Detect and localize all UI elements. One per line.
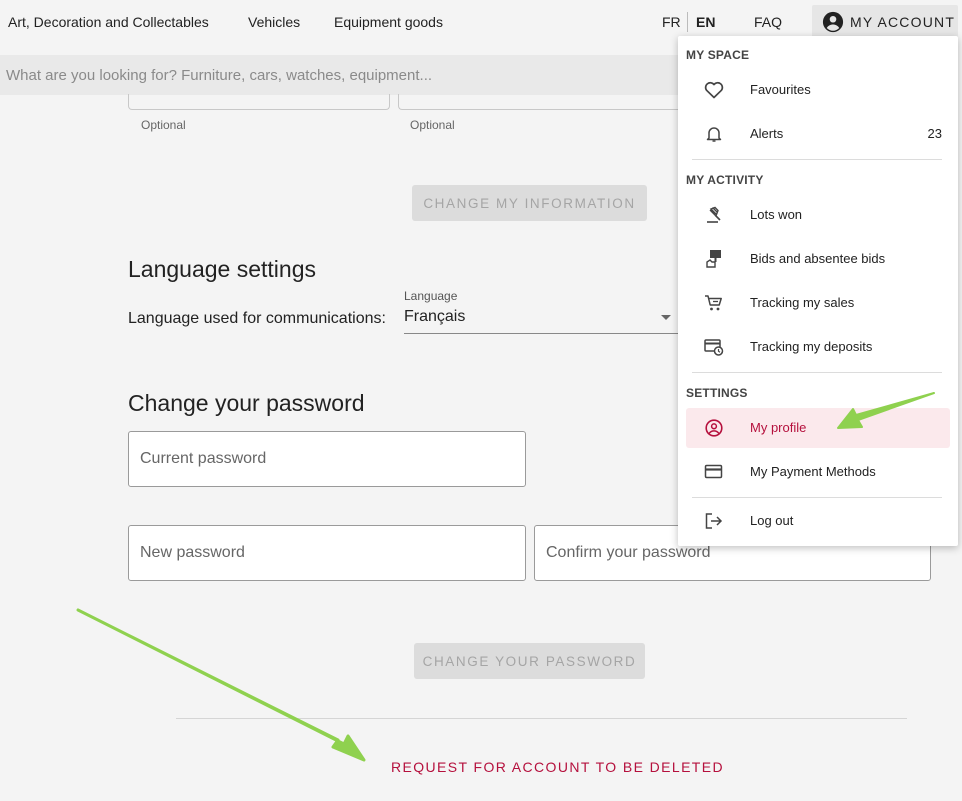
menu-item-label: Alerts (750, 126, 784, 141)
bell-icon (704, 125, 724, 143)
menu-item-favourites[interactable]: Favourites (686, 70, 950, 110)
account-dropdown-menu: MY SPACE Favourites Alerts 23 MY ACTIVIT… (678, 36, 958, 546)
lang-en-link[interactable]: EN (696, 14, 715, 30)
nav-link-equipment[interactable]: Equipment goods (334, 14, 443, 30)
change-information-button[interactable]: CHANGE MY INFORMATION (412, 185, 647, 221)
my-account-button[interactable]: MY ACCOUNT (812, 5, 958, 39)
menu-divider (692, 372, 942, 373)
change-password-title: Change your password (128, 390, 365, 416)
optional-hint-1: Optional (141, 118, 186, 132)
search-bar (0, 55, 700, 95)
menu-item-label: Tracking my sales (750, 295, 855, 310)
current-password-field (128, 431, 526, 487)
search-input[interactable] (0, 55, 700, 95)
language-value: Français (404, 308, 466, 325)
credit-card-icon (704, 463, 724, 481)
menu-item-label: My profile (750, 420, 807, 435)
menu-item-label: My Payment Methods (750, 464, 876, 479)
menu-item-payment-methods[interactable]: My Payment Methods (686, 452, 950, 492)
faq-link[interactable]: FAQ (754, 14, 782, 30)
optional-hint-2: Optional (410, 118, 455, 132)
delete-account-link[interactable]: REQUEST FOR ACCOUNT TO BE DELETED (391, 759, 724, 775)
card-clock-icon (704, 338, 724, 356)
menu-item-bids[interactable]: Bids and absentee bids (686, 239, 950, 279)
heart-icon (704, 81, 724, 99)
gavel-icon (704, 206, 724, 224)
optional-field-2[interactable] (398, 94, 680, 110)
account-circle-icon (822, 11, 844, 33)
lang-fr-link[interactable]: FR (662, 14, 681, 30)
menu-divider (692, 497, 942, 498)
language-settings-title: Language settings (128, 256, 316, 282)
language-field-label: Language (404, 289, 458, 303)
menu-header-my-space: MY SPACE (686, 48, 750, 62)
language-label: Language used for communications: (128, 310, 386, 327)
user-circle-icon (704, 419, 724, 437)
language-select[interactable]: Language Français (404, 288, 680, 334)
arrow-to-delete-link (76, 608, 366, 762)
lang-separator (687, 12, 688, 32)
shopping-cart-icon (704, 294, 724, 312)
nav-link-vehicles[interactable]: Vehicles (248, 14, 300, 30)
new-password-field (128, 525, 526, 581)
menu-item-lots-won[interactable]: Lots won (686, 195, 950, 235)
nav-link-art[interactable]: Art, Decoration and Collectables (8, 14, 209, 30)
dropdown-caret-icon (661, 315, 671, 320)
optional-field-1[interactable] (128, 94, 390, 110)
bid-hand-icon (704, 250, 724, 268)
my-account-label: MY ACCOUNT (850, 14, 956, 30)
menu-divider (692, 159, 942, 160)
menu-item-label: Bids and absentee bids (750, 251, 886, 266)
menu-item-my-profile[interactable]: My profile (686, 408, 950, 448)
logout-icon (704, 512, 724, 530)
menu-item-log-out[interactable]: Log out (686, 501, 950, 541)
menu-item-label: Log out (750, 513, 794, 528)
current-password-input[interactable] (129, 432, 525, 486)
alerts-count: 23 (927, 126, 942, 141)
menu-item-label: Lots won (750, 207, 803, 222)
menu-item-label: Tracking my deposits (750, 339, 873, 354)
menu-item-label: Favourites (750, 82, 811, 97)
menu-item-tracking-deposits[interactable]: Tracking my deposits (686, 327, 950, 367)
menu-item-tracking-sales[interactable]: Tracking my sales (686, 283, 950, 323)
menu-header-settings: SETTINGS (686, 386, 748, 400)
section-divider (176, 718, 907, 719)
menu-item-alerts[interactable]: Alerts 23 (686, 114, 950, 154)
menu-header-my-activity: MY ACTIVITY (686, 173, 764, 187)
new-password-input[interactable] (129, 526, 525, 580)
change-password-button[interactable]: CHANGE YOUR PASSWORD (414, 643, 645, 679)
